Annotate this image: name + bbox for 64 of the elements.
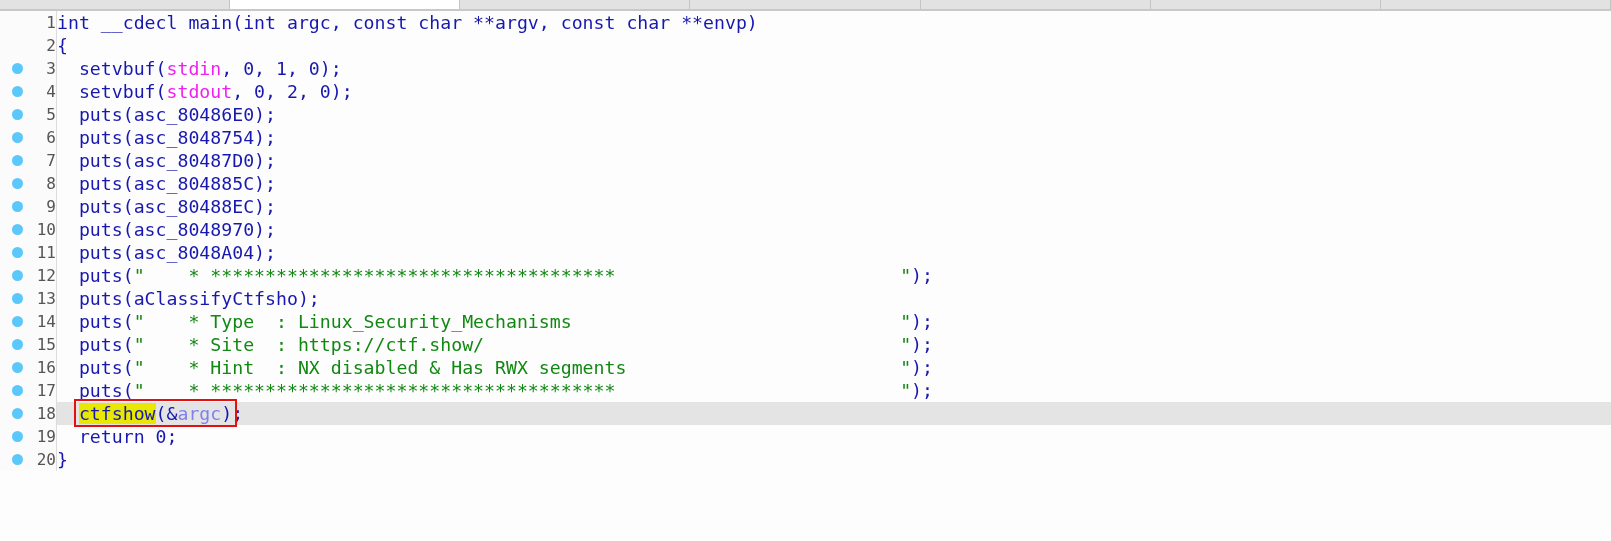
code-line: puts(asc_80486E0); bbox=[77, 103, 276, 126]
breakpoint-dot-icon[interactable] bbox=[12, 385, 23, 396]
tab[interactable] bbox=[690, 0, 921, 9]
tab[interactable] bbox=[460, 0, 691, 9]
breakpoint-dot-icon[interactable] bbox=[12, 86, 23, 97]
breakpoint-dot-icon[interactable] bbox=[12, 316, 23, 327]
breakpoint-dot-icon[interactable] bbox=[12, 178, 23, 189]
code-line: puts(asc_8048970); bbox=[77, 218, 276, 241]
line-number: 20 bbox=[36, 449, 56, 471]
code-line: puts(" * Type : Linux_Security_Mechanisms "); bbox=[77, 310, 933, 333]
line-number: 8 bbox=[46, 173, 56, 195]
breakpoint-dot-icon[interactable] bbox=[12, 63, 23, 74]
code-line: setvbuf(stdout, 0, 2, 0); bbox=[77, 80, 353, 103]
line-number: 10 bbox=[36, 219, 56, 241]
line-number: 12 bbox=[36, 265, 56, 287]
breakpoint-dot-icon[interactable] bbox=[12, 293, 23, 304]
breakpoint-dot-icon[interactable] bbox=[12, 339, 23, 350]
breakpoint-dot-icon[interactable] bbox=[12, 201, 23, 212]
code-line: puts(asc_80488EC); bbox=[77, 195, 276, 218]
line-number: 15 bbox=[36, 334, 56, 356]
breakpoint-dot-icon[interactable] bbox=[12, 431, 23, 442]
line-number: 16 bbox=[36, 357, 56, 379]
code-line: int __cdecl main(int argc, const char **argv, const char **envp) bbox=[57, 11, 758, 34]
code-line: puts(asc_80487D0); bbox=[77, 149, 276, 172]
line-number: 4 bbox=[46, 81, 56, 103]
tab[interactable] bbox=[0, 0, 231, 9]
code-line: puts(" * ************************************* "); bbox=[77, 264, 933, 287]
breakpoint-dot-icon[interactable] bbox=[12, 155, 23, 166]
tab[interactable] bbox=[230, 0, 461, 9]
line-number: 2 bbox=[46, 35, 56, 57]
breakpoint-dot-icon[interactable] bbox=[12, 132, 23, 143]
tab[interactable] bbox=[1380, 0, 1611, 9]
line-number: 3 bbox=[46, 58, 56, 80]
code-line: puts(aClassifyCtfsho); bbox=[77, 287, 320, 310]
line-number: 19 bbox=[36, 426, 56, 448]
code-line: puts(" * ************************************* "); bbox=[77, 379, 933, 402]
breakpoint-dot-icon[interactable] bbox=[12, 109, 23, 120]
code-line: puts(" * Site : https://ctf.show/ "); bbox=[77, 333, 933, 356]
line-number: 6 bbox=[46, 127, 56, 149]
code-line: puts(asc_8048A04); bbox=[77, 241, 276, 264]
line-number: 11 bbox=[36, 242, 56, 264]
line-number: 18 bbox=[36, 403, 56, 425]
code-line: puts(" * Hint : NX disabled & Has RWX segments "); bbox=[77, 356, 933, 379]
code-line: { bbox=[57, 34, 68, 57]
line-number: 1 bbox=[46, 12, 56, 34]
line-number: 13 bbox=[36, 288, 56, 310]
breakpoint-dot-icon[interactable] bbox=[12, 270, 23, 281]
code-line: setvbuf(stdin, 0, 1, 0); bbox=[77, 57, 342, 80]
code-line: puts(asc_8048754); bbox=[77, 126, 276, 149]
breakpoint-dot-icon[interactable] bbox=[12, 224, 23, 235]
tab[interactable] bbox=[1150, 0, 1381, 9]
line-number: 17 bbox=[36, 380, 56, 402]
code-line: puts(asc_804885C); bbox=[77, 172, 276, 195]
line-number: 5 bbox=[46, 104, 56, 126]
breakpoint-dot-icon[interactable] bbox=[12, 408, 23, 419]
tab[interactable] bbox=[920, 0, 1151, 9]
line-number: 9 bbox=[46, 196, 56, 218]
breakpoint-dot-icon[interactable] bbox=[12, 454, 23, 465]
code-line: } bbox=[57, 448, 68, 471]
code-line: return 0; bbox=[77, 425, 178, 448]
breakpoint-dot-icon[interactable] bbox=[12, 247, 23, 258]
breakpoint-dot-icon[interactable] bbox=[12, 362, 23, 373]
line-number: 14 bbox=[36, 311, 56, 333]
line-number: 7 bbox=[46, 150, 56, 172]
